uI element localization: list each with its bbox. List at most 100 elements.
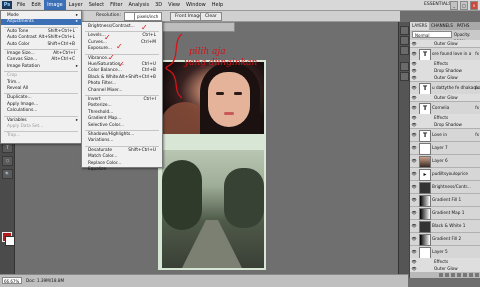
visibility-eye-icon[interactable]: 👁	[411, 132, 417, 138]
visibility-eye-icon[interactable]: 👁	[411, 210, 417, 216]
visibility-eye-icon[interactable]: 👁	[411, 61, 417, 67]
visibility-eye-icon[interactable]: 👁	[411, 68, 417, 74]
menu-item[interactable]: Match Color...	[82, 154, 162, 160]
layer-row[interactable]: 👁 Layer 6	[410, 154, 480, 168]
menu-help[interactable]: Help	[209, 0, 226, 10]
menu-item[interactable]: Black & White... Alt+Shift+Ctrl+B	[82, 75, 162, 81]
mask-icon[interactable]	[451, 273, 455, 277]
menu-item[interactable]: Canvas Size... Alt+Ctrl+C	[1, 57, 81, 63]
visibility-eye-icon[interactable]: 👁	[411, 122, 417, 128]
visibility-eye-icon[interactable]: 👁	[411, 249, 417, 255]
maximize-icon[interactable]: □	[460, 1, 468, 10]
tab-layers[interactable]: LAYERS	[410, 22, 430, 30]
layer-row[interactable]: 👁 Gradient Fill 1	[410, 193, 480, 207]
menu-item[interactable]: Apply Image...	[1, 102, 81, 108]
menu-item[interactable]: Threshold...	[82, 110, 162, 116]
menu-item[interactable]: Variables ▸	[1, 118, 81, 124]
menu-item[interactable]: Gradient Map...	[82, 116, 162, 122]
menu-item[interactable]: Equalize	[82, 167, 162, 173]
blend-mode-select[interactable]: Normal	[412, 31, 452, 38]
panel-icon[interactable]	[400, 36, 409, 45]
minimize-icon[interactable]: _	[450, 1, 458, 10]
menu-item[interactable]: Duplicate...	[1, 95, 81, 101]
visibility-eye-icon[interactable]: 👁	[411, 115, 417, 121]
fx-icon[interactable]	[445, 273, 449, 277]
visibility-eye-icon[interactable]: 👁	[411, 223, 417, 229]
panel-icon[interactable]	[400, 62, 409, 71]
menu-window[interactable]: Window	[183, 0, 209, 10]
trash-icon[interactable]	[475, 273, 479, 277]
menu-select[interactable]: Select	[86, 0, 107, 10]
visibility-eye-icon[interactable]: 👁	[411, 145, 417, 151]
menu-view[interactable]: View	[165, 0, 183, 10]
tool-button-icon[interactable]: 🔍	[2, 169, 13, 179]
tool-button-icon[interactable]: ⬡	[2, 156, 13, 166]
adjustment-icon[interactable]	[457, 273, 461, 277]
layer-row[interactable]: 👁 T Love in fx	[410, 128, 480, 142]
menu-item[interactable]: Brightness/Contrast...	[82, 24, 162, 30]
menu-item[interactable]: Auto Tone Shift+Ctrl+L	[1, 29, 81, 35]
layer-row[interactable]: 👁 ▸ pudiltsyouloprice	[410, 167, 480, 181]
menu-item[interactable]: Photo Filter...	[82, 81, 162, 87]
layer-effect-row[interactable]: 👁 Outer Glow	[410, 265, 480, 272]
menu-filter[interactable]: Filter	[107, 0, 125, 10]
menu-item[interactable]: Levels... Ctrl+L	[82, 33, 162, 39]
menu-item[interactable]: Color Balance... Ctrl+B	[82, 68, 162, 74]
visibility-eye-icon[interactable]: 👁	[411, 197, 417, 203]
background-color-swatch[interactable]	[5, 236, 15, 246]
tab-channels[interactable]: CHANNELS	[429, 22, 455, 30]
new-layer-icon[interactable]	[469, 273, 473, 277]
clear-button[interactable]: Clear	[200, 12, 222, 21]
link-layers-icon[interactable]	[439, 273, 443, 277]
workspace-switcher[interactable]: ESSENTIALS	[424, 1, 451, 9]
resolution-unit-select[interactable]: pixels/inch	[134, 12, 162, 21]
visibility-eye-icon[interactable]: 👁	[411, 85, 417, 91]
menu-item[interactable]: Desaturate Shift+Ctrl+U	[82, 148, 162, 154]
visibility-eye-icon[interactable]: 👁	[411, 184, 417, 190]
visibility-eye-icon[interactable]: 👁	[411, 51, 417, 57]
visibility-eye-icon[interactable]: 👁	[411, 171, 417, 177]
menu-item[interactable]: Trim...	[1, 80, 81, 86]
menu-file[interactable]: File	[14, 0, 28, 10]
menu-item[interactable]: Image Rotation ▸	[1, 64, 81, 70]
menu-layer[interactable]: Layer	[66, 0, 86, 10]
layer-row[interactable]: 👁 Tore found love in a fx	[410, 47, 480, 61]
tab-paths[interactable]: PATHS	[455, 22, 472, 30]
menu-item[interactable]: Channel Mixer...	[82, 88, 162, 94]
menu-image[interactable]: Image	[44, 0, 66, 10]
layer-row[interactable]: 👁 T Cornelia fx	[410, 101, 480, 115]
folder-icon[interactable]	[463, 273, 467, 277]
visibility-eye-icon[interactable]: 👁	[411, 41, 417, 47]
layer-row[interactable]: 👁 Brightness/Contr...	[410, 180, 480, 194]
layer-row[interactable]: 👁 Layer 7	[410, 141, 480, 155]
menu-item[interactable]: Selective Color...	[82, 123, 162, 129]
visibility-eye-icon[interactable]: 👁	[411, 75, 417, 81]
panel-icon[interactable]	[400, 46, 409, 55]
close-icon[interactable]: ×	[470, 1, 478, 10]
menu-analysis[interactable]: Analysis	[126, 0, 153, 10]
layer-row[interactable]: 👁 Gradient Map 1	[410, 206, 480, 220]
menu-item[interactable]: Replace Color...	[82, 161, 162, 167]
menu-3d[interactable]: 3D	[152, 0, 165, 10]
menu-item[interactable]: Auto Contrast Alt+Shift+Ctrl+L	[1, 35, 81, 41]
menu-item[interactable]: Calculations...	[1, 108, 81, 114]
visibility-eye-icon[interactable]: 👁	[411, 259, 417, 265]
menu-edit[interactable]: Edit	[28, 0, 44, 10]
panel-icon[interactable]	[400, 72, 409, 81]
layer-row[interactable]: 👁 Black & White 1	[410, 219, 480, 233]
menu-item[interactable]: Variations...	[82, 138, 162, 144]
visibility-eye-icon[interactable]: 👁	[411, 158, 417, 164]
tool-button-icon[interactable]: T	[2, 143, 13, 153]
visibility-eye-icon[interactable]: 👁	[411, 105, 417, 111]
panel-icon[interactable]	[400, 26, 409, 35]
layer-row[interactable]: 👁 Gradient Fill 2	[410, 232, 480, 246]
menu-item[interactable]: Reveal All	[1, 86, 81, 92]
zoom-field[interactable]: 66.67%	[2, 277, 22, 284]
layer-row[interactable]: 👁 Tu dattythe fe dhakaqua fx	[410, 81, 480, 95]
visibility-eye-icon[interactable]: 👁	[411, 95, 417, 101]
menu-item[interactable]: Adjustments ▸	[1, 19, 81, 26]
menu-item[interactable]: Posterize...	[82, 103, 162, 109]
menu-item[interactable]: Auto Color Shift+Ctrl+B	[1, 42, 81, 48]
visibility-eye-icon[interactable]: 👁	[411, 236, 417, 242]
layer-row[interactable]: 👁 Layer 5	[410, 245, 480, 259]
